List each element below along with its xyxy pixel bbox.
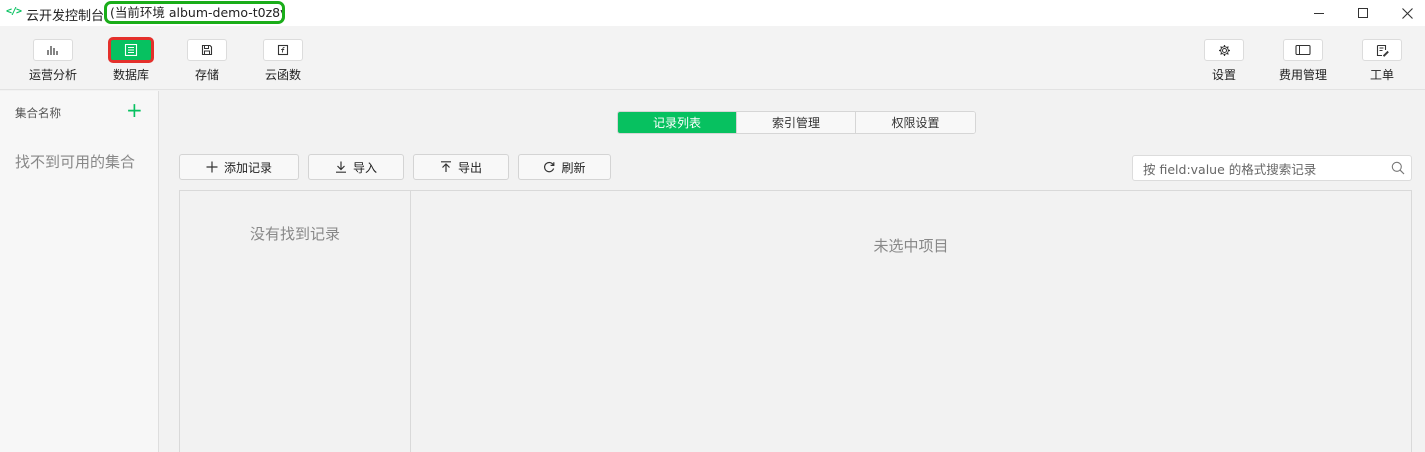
import-button[interactable]: 导入 [308,154,404,180]
record-list-panel: 没有找到记录 [179,190,411,452]
refresh-button[interactable]: 刷新 [518,154,611,180]
tab-record-list[interactable]: 记录列表 [618,112,737,133]
toolbar-functions-icon-box [263,39,303,61]
tab-permission-settings[interactable]: 权限设置 [856,112,975,133]
minimize-button[interactable] [1296,0,1342,26]
refresh-icon [544,161,555,173]
toolbar-settings-icon-box [1204,39,1244,61]
record-search-input[interactable] [1143,160,1383,178]
export-label: 导出 [457,160,482,175]
toolbar-billing-label: 费用管理 [1278,68,1327,82]
title-bar: </> 云开发控制台 (当前环境 album-demo-t0z8y) [0,0,1425,26]
bar-chart-icon [47,46,58,55]
tab-index-management[interactable]: 索引管理 [737,112,856,133]
toolbar-ticket-icon-box [1362,39,1402,61]
records-empty-text: 没有找到记录 [249,225,340,243]
add-record-button[interactable]: 添加记录 [179,154,299,180]
toolbar-storage-button[interactable]: 存储 [172,39,242,87]
export-button[interactable]: 导出 [413,154,509,180]
environment-label[interactable]: (当前环境 album-demo-t0z8y) [104,1,285,24]
toolbar-billing-icon-box [1283,39,1323,61]
close-button[interactable] [1384,0,1425,26]
maximize-button[interactable] [1340,0,1386,26]
refresh-label: 刷新 [561,160,586,175]
add-collection-button[interactable]: + [126,100,143,120]
toolbar-ticket-label: 工单 [1369,68,1394,82]
close-icon [1401,7,1413,19]
collection-empty-text: 找不到可用的集合 [15,153,136,171]
database-icon [124,44,138,56]
toolbar-storage-label: 存储 [194,68,219,82]
toolbar-analytics-label: 运营分析 [28,68,77,82]
plus-icon [206,161,218,173]
code-icon: </> [6,6,22,17]
toolbar-analytics-button[interactable]: 运营分析 [18,39,88,87]
record-search-box [1132,155,1412,181]
toolbar-storage-icon-box [187,39,227,61]
toolbar-ticket-button[interactable]: 工单 [1347,39,1417,87]
toolbar-billing-button[interactable]: 费用管理 [1268,39,1338,87]
ticket-icon [1376,44,1389,57]
billing-icon [1295,44,1311,56]
toolbar-database-button[interactable]: 数据库 [96,37,166,87]
toolbar-functions-label: 云函数 [264,68,301,82]
minimize-icon [1314,12,1324,14]
collection-header: 集合名称 [15,106,61,120]
window-title: 云开发控制台 [26,9,105,24]
search-icon[interactable] [1391,161,1405,175]
toolbar-functions-button[interactable]: 云函数 [248,39,318,87]
toolbar-database-label: 数据库 [112,68,149,82]
add-record-label: 添加记录 [223,160,272,175]
main-toolbar: 运营分析 数据库 存储 云函数 设置 费用管理 工单 [0,26,1425,90]
detail-empty-text: 未选中项目 [873,237,949,255]
toolbar-database-icon-box [108,37,154,63]
toolbar-settings-label: 设置 [1211,68,1236,82]
save-icon [201,44,213,56]
toolbar-settings-button[interactable]: 设置 [1189,39,1259,87]
maximize-icon [1358,8,1368,18]
view-tabs: 记录列表 索引管理 权限设置 [617,111,976,134]
record-detail-panel: 未选中项目 [411,190,1412,452]
function-icon [277,44,289,56]
import-label: 导入 [352,160,377,175]
collection-sidebar: 集合名称 + 找不到可用的集合 [0,91,159,452]
gear-icon [1218,44,1230,56]
upload-icon [440,161,451,172]
toolbar-analytics-icon-box [33,39,73,61]
download-icon [335,161,346,173]
